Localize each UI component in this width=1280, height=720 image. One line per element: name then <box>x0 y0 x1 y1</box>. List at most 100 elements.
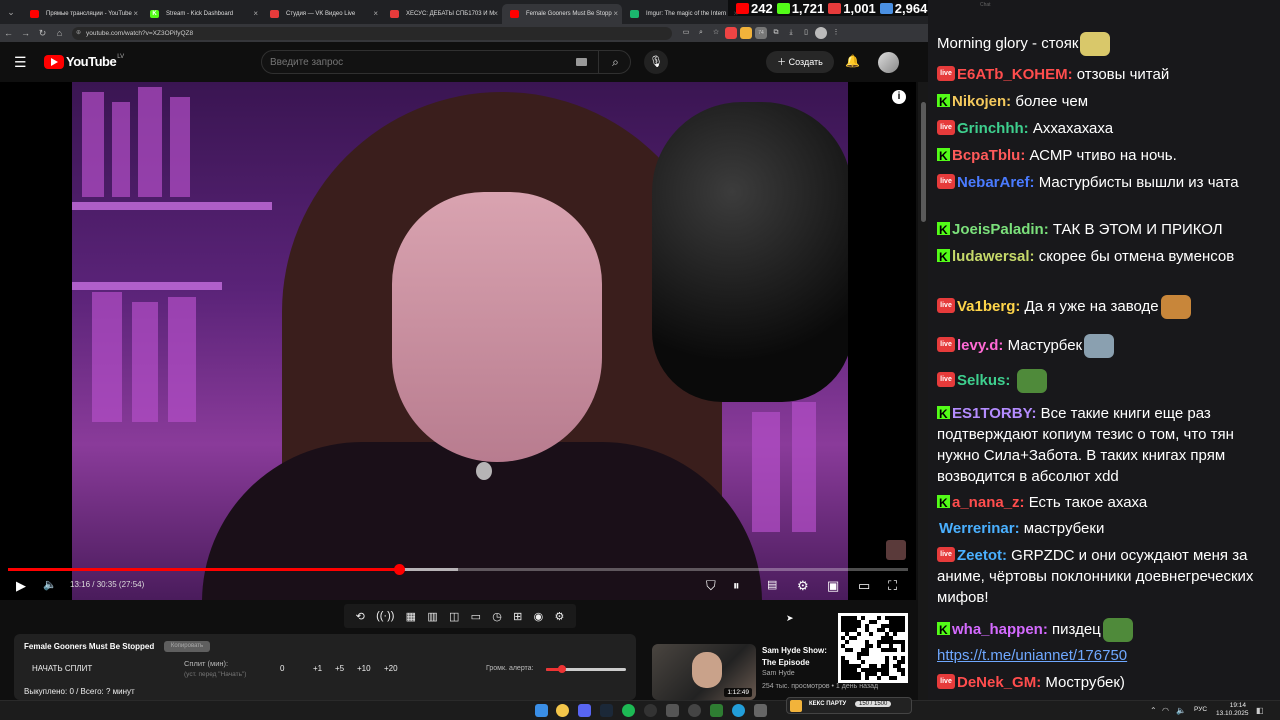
reload-icon[interactable]: ↻ <box>34 28 51 39</box>
hamburger-menu-icon[interactable]: ☰ <box>14 54 27 71</box>
spotify-icon[interactable] <box>622 704 635 717</box>
sponsor-shield-icon[interactable]: ⛉ <box>706 578 716 594</box>
network-icon[interactable]: ◠ <box>1162 706 1169 715</box>
chat-username[interactable]: Werrerinar: <box>939 520 1020 537</box>
chat-username[interactable]: JoeisPaladin: <box>952 221 1049 238</box>
browser-tab[interactable]: Imgur: The magic of the Intern× <box>622 4 742 24</box>
tab-close-icon[interactable]: × <box>493 4 498 24</box>
chat-username[interactable]: a_nana_z: <box>952 494 1025 511</box>
chat-username[interactable]: Zeetot: <box>957 547 1007 564</box>
chrome-icon[interactable] <box>556 704 569 717</box>
miniplayer-icon[interactable]: ▣ <box>827 578 839 594</box>
audio-icon[interactable]: ((·)) <box>376 610 394 622</box>
profile-icon[interactable] <box>815 27 827 39</box>
channel-watermark[interactable] <box>886 540 906 560</box>
search-icon[interactable]: ⌕ <box>598 51 632 73</box>
chat-username[interactable]: DeNek_GM: <box>957 674 1041 691</box>
forward-icon[interactable]: → <box>17 28 34 38</box>
chat-link[interactable]: https://t.me/uniannet/176750 <box>937 647 1127 664</box>
chat-username[interactable]: Selkus: <box>957 372 1010 389</box>
tab-close-icon[interactable]: × <box>373 4 378 24</box>
extensions-puzzle-icon[interactable]: ⧉ <box>770 27 782 39</box>
theater-mode-icon[interactable]: ▭ <box>858 578 870 594</box>
chat-username[interactable]: levy.d: <box>957 337 1003 354</box>
progress-bar[interactable] <box>8 564 908 575</box>
explorer-icon[interactable] <box>710 704 723 717</box>
mic-icon[interactable]: 🎙 <box>644 50 668 74</box>
app-icon[interactable] <box>666 704 679 717</box>
volume-icon[interactable]: 🔈 <box>43 578 57 591</box>
back-icon[interactable]: ← <box>0 28 17 38</box>
settings-gear-icon[interactable]: ⚙ <box>797 578 809 594</box>
tab-close-icon[interactable]: × <box>133 4 138 24</box>
autoplay-toggle[interactable]: ⏸ <box>733 578 740 594</box>
recommended-thumbnail[interactable]: 1:12:49 <box>652 644 756 700</box>
increment-button[interactable]: +5 <box>335 664 344 673</box>
telegram-icon[interactable] <box>732 704 745 717</box>
search-input[interactable] <box>270 51 570 73</box>
keyboard-icon[interactable] <box>576 58 587 66</box>
copy-title-button[interactable]: Копировать <box>164 641 210 652</box>
bookmark-star-icon[interactable]: ☆ <box>710 27 722 39</box>
page-scrollbar[interactable] <box>918 82 928 700</box>
increment-button[interactable]: +20 <box>384 664 398 673</box>
increment-button[interactable]: +1 <box>313 664 322 673</box>
subtitles-icon[interactable]: ▤ <box>767 578 777 591</box>
cast-icon[interactable]: ▭ <box>680 27 692 39</box>
zoom-icon[interactable]: ⌕ <box>695 27 707 39</box>
chat-username[interactable]: Grinchhh: <box>957 120 1029 137</box>
home-icon[interactable]: ⌂ <box>51 28 68 38</box>
browser-tab[interactable]: Female Gooners Must Be Stopp × <box>502 4 622 24</box>
tab-search-icon[interactable]: ⌄ <box>0 0 22 24</box>
avatar[interactable] <box>878 52 899 73</box>
youtube-logo[interactable]: YouTube LV <box>44 54 124 69</box>
notification-icon[interactable]: ◧ <box>1256 706 1264 715</box>
browser-tab[interactable]: ХЕСУС: ДЕБАТЫ СПБ1703 И М × <box>382 4 502 24</box>
app-icon[interactable] <box>754 704 767 717</box>
split-value[interactable]: 0 <box>280 664 284 673</box>
extension-yellow-icon[interactable] <box>740 27 752 39</box>
info-icon[interactable]: i <box>892 90 906 104</box>
notifications-bell-icon[interactable]: 🔔 <box>845 54 860 68</box>
kebab-menu-icon[interactable]: ⋮ <box>830 27 842 39</box>
recommended-channel[interactable]: Sam Hyde <box>762 670 795 677</box>
language-indicator[interactable]: РУС <box>1194 706 1207 713</box>
browser-tab[interactable]: Прямые трансляции - YouTube × <box>22 4 142 24</box>
play-icon[interactable]: ▶ <box>16 578 26 594</box>
url-field[interactable]: youtube.com/watch?v=XZ3OPifyQZ8 <box>72 26 672 40</box>
volume-tray-icon[interactable]: 🔈 <box>1176 706 1186 715</box>
extension-badge-icon[interactable]: 74 <box>755 27 767 39</box>
alert-volume-slider[interactable] <box>546 665 626 673</box>
cinema-icon[interactable]: ▦ <box>406 610 416 623</box>
create-button[interactable]: ＋ Создать <box>766 51 834 73</box>
tab-close-icon[interactable]: × <box>613 4 618 24</box>
frame-icon[interactable]: ▭ <box>471 610 481 623</box>
extension-settings-icon[interactable]: ⚙ <box>554 610 564 623</box>
increment-button[interactable]: +10 <box>357 664 371 673</box>
chat-username[interactable]: Nikojen: <box>952 93 1011 110</box>
chat-username[interactable]: E6ATb_KOHEM: <box>957 66 1073 83</box>
chat-username[interactable]: NebarAref: <box>957 174 1035 191</box>
obs-icon[interactable] <box>644 704 657 717</box>
clapper-icon[interactable]: ▥ <box>427 610 437 623</box>
fullscreen-icon[interactable]: ⛶ <box>888 578 897 594</box>
alert-volume-knob[interactable] <box>558 665 566 673</box>
recommended-title[interactable]: Sam Hyde Show: The Episode <box>762 645 840 669</box>
download-icon[interactable]: ⤓ <box>785 27 797 39</box>
add-box-icon[interactable]: ⊞ <box>513 610 522 623</box>
loop-icon[interactable]: ⟲ <box>356 610 365 623</box>
speed-icon[interactable]: ◷ <box>492 610 502 623</box>
scrollbar-thumb[interactable] <box>921 102 926 222</box>
browser-tab[interactable]: K Stream - Kick Dashboard × <box>142 4 262 24</box>
chat-username[interactable]: ludawersal: <box>952 248 1035 265</box>
clock[interactable]: 19:14 13.10.2025 <box>1216 702 1249 718</box>
chat-username[interactable]: ES1TORBY: <box>952 405 1036 422</box>
chevron-up-icon[interactable]: ⌃ <box>1150 706 1157 715</box>
start-split-button[interactable]: НАЧАТЬ СПЛИТ <box>32 664 92 673</box>
steam-icon[interactable] <box>600 704 613 717</box>
media-icon[interactable] <box>688 704 701 717</box>
chat-username[interactable]: Va1berg: <box>957 298 1020 315</box>
crop-icon[interactable]: ◫ <box>449 610 459 623</box>
screenshot-camera-icon[interactable]: ◉ <box>534 610 544 623</box>
discord-icon[interactable] <box>578 704 591 717</box>
